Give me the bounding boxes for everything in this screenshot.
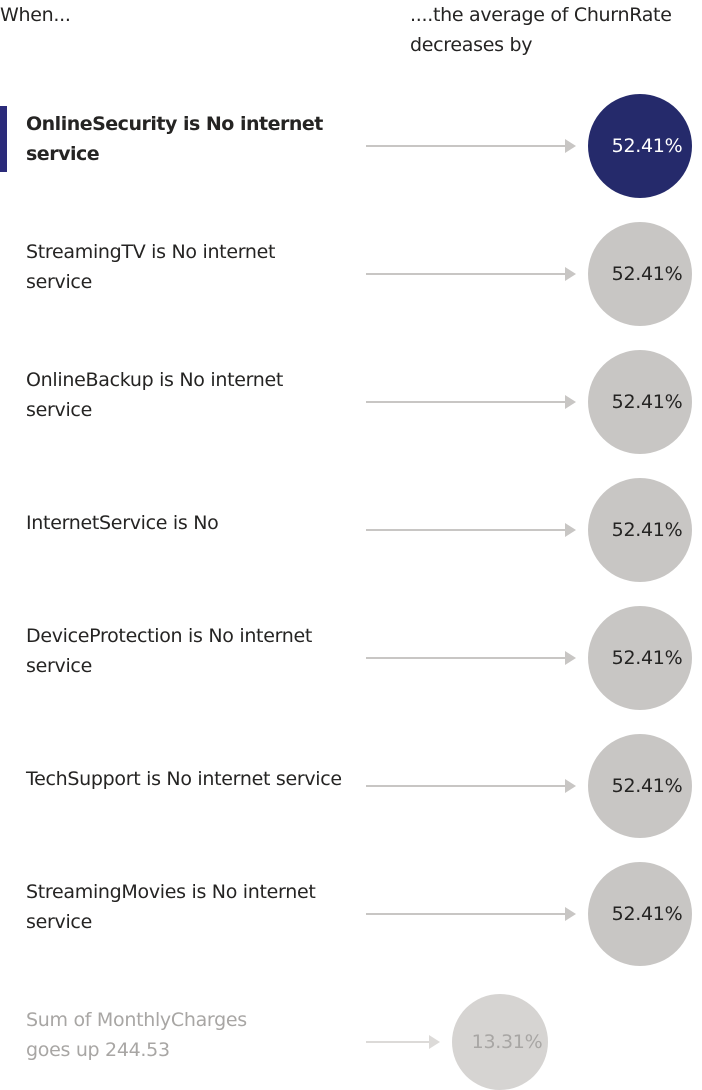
connector-line xyxy=(366,401,566,403)
influencer-label-text: InternetService is No xyxy=(26,512,219,534)
connector-line xyxy=(366,785,566,787)
connector-line xyxy=(366,529,566,531)
influencer-label: Sum of MonthlyCharges goes up 244.53 xyxy=(26,1005,344,1065)
effect-value: 13.31% xyxy=(471,1031,543,1053)
influencer-label-text: TechSupport is No internet service xyxy=(26,768,342,790)
connector-line xyxy=(366,145,566,147)
influencer-row[interactable]: OnlineSecurity is No internet service 52.… xyxy=(0,23,702,198)
connector-line xyxy=(366,913,566,915)
influencer-row[interactable]: DeviceProtection is No internet service 5… xyxy=(0,535,702,710)
influencer-row[interactable]: StreamingTV is No internet service 52.41% xyxy=(0,151,702,326)
connector-arrow-icon xyxy=(429,1035,440,1049)
influencer-row[interactable]: TechSupport is No internet service 52.41% xyxy=(0,663,702,838)
influencer-label-text: Sum of MonthlyCharges xyxy=(26,1009,247,1031)
effect-bubble[interactable]: 13.31% xyxy=(452,994,548,1090)
key-influencers-list: OnlineSecurity is No internet service 52.… xyxy=(0,0,702,1090)
influencer-row[interactable]: InternetService is No 52.41% xyxy=(0,407,702,582)
connector-line xyxy=(366,657,566,659)
influencer-row[interactable]: OnlineBackup is No internet service 52.41… xyxy=(0,279,702,454)
connector-line xyxy=(366,1041,430,1043)
influencer-label: InternetService is No xyxy=(26,508,344,538)
influencer-row[interactable]: StreamingMovies is No internet service 52… xyxy=(0,791,702,966)
influencer-label: TechSupport is No internet service xyxy=(26,764,344,794)
connector-line xyxy=(366,273,566,275)
influencer-row[interactable]: Sum of MonthlyCharges goes up 244.53 13.31… xyxy=(0,919,702,1090)
influencer-sub-label: goes up 244.53 xyxy=(26,1039,170,1061)
